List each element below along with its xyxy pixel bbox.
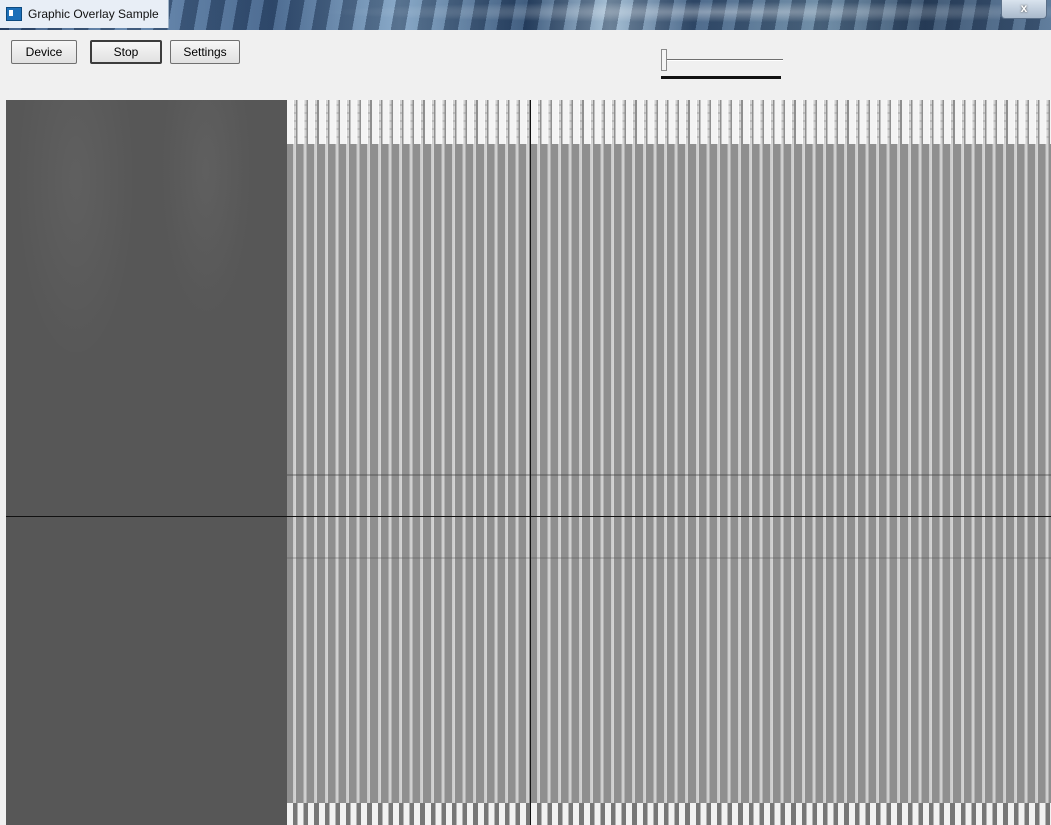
camera-view[interactable] bbox=[6, 100, 1051, 825]
slider-thumb[interactable] bbox=[661, 49, 667, 71]
crosshair-horizontal-line bbox=[6, 516, 1051, 517]
stripe-noise-lines bbox=[287, 100, 1051, 825]
camera-stripe-pattern bbox=[287, 100, 1051, 825]
window-title: Graphic Overlay Sample bbox=[28, 7, 159, 21]
title-tab: Graphic Overlay Sample bbox=[0, 0, 169, 28]
slider-baseline bbox=[661, 76, 781, 79]
settings-button[interactable]: Settings bbox=[170, 40, 240, 64]
slider-track[interactable] bbox=[667, 59, 783, 60]
stripe-bottom-band bbox=[287, 803, 1051, 825]
device-button[interactable]: Device bbox=[11, 40, 77, 64]
trackbar-slider[interactable] bbox=[659, 47, 785, 81]
close-button[interactable]: x bbox=[1001, 0, 1047, 19]
stop-button[interactable]: Stop bbox=[90, 40, 162, 64]
crosshair-vertical-line bbox=[530, 100, 531, 825]
toolbar: Device Stop Settings bbox=[0, 30, 1051, 100]
title-bar: Graphic Overlay Sample x bbox=[0, 0, 1051, 30]
app-window-icon bbox=[6, 7, 22, 21]
camera-dark-region bbox=[6, 100, 287, 825]
